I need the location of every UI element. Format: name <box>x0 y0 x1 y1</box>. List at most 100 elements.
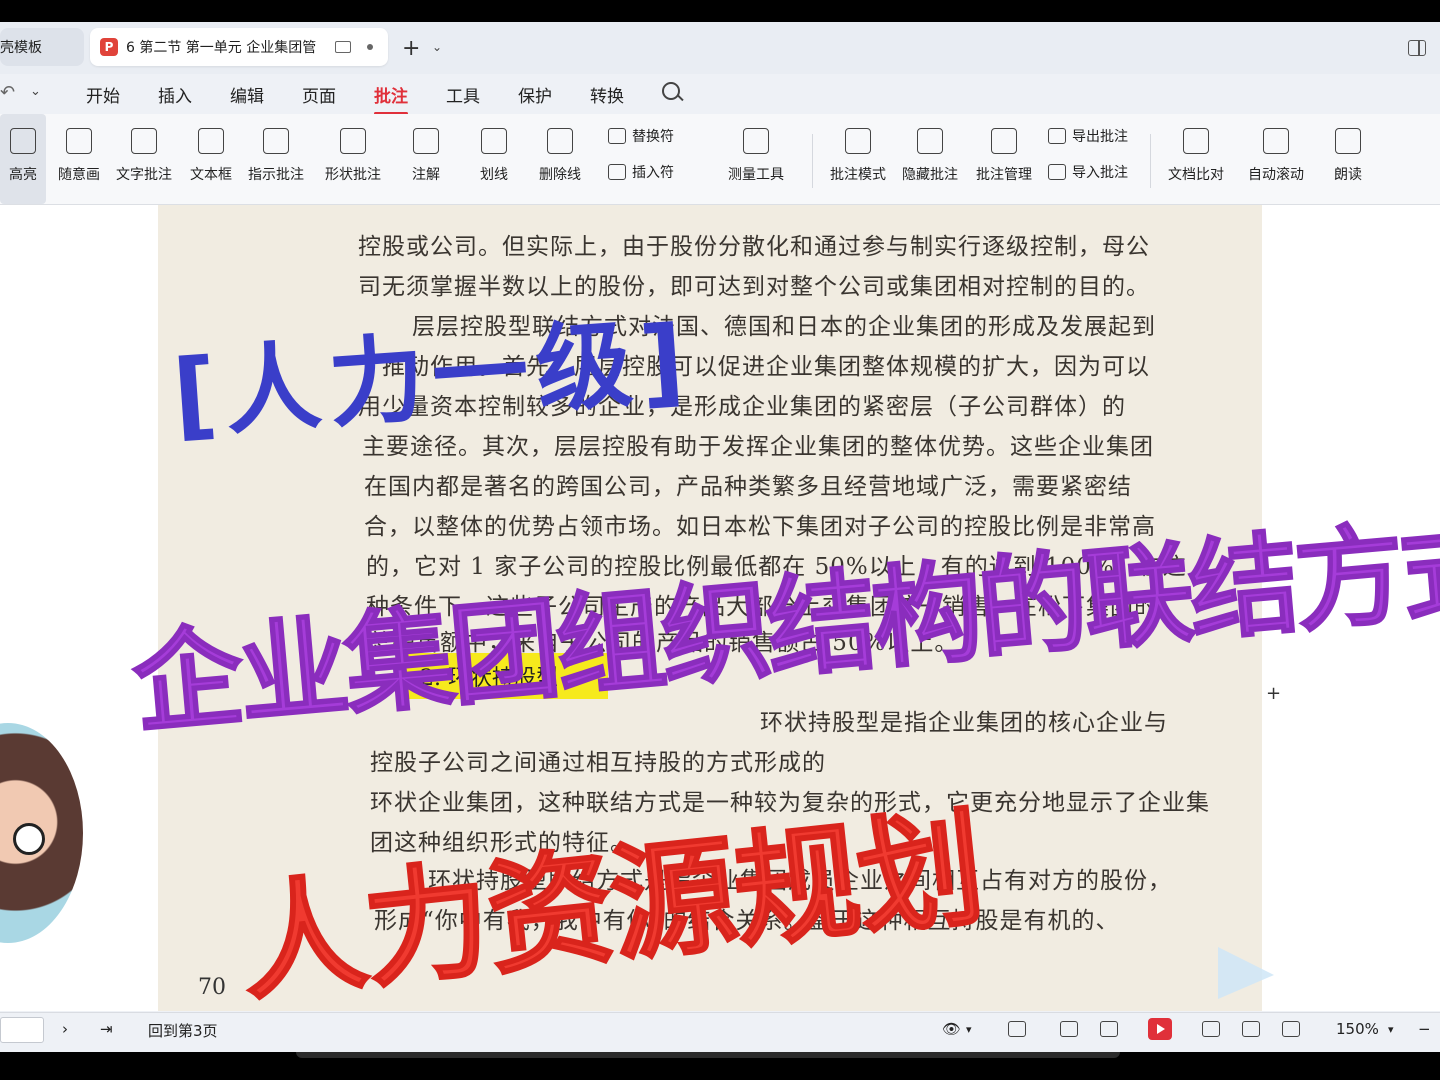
import-comments-icon <box>1048 164 1066 180</box>
text-line: 在国内都是著名的跨国公司，产品种类繁多且经营地域广泛，需要紧密结 <box>364 474 1132 500</box>
crop-icon[interactable] <box>1282 1021 1300 1037</box>
underline-icon <box>481 128 507 154</box>
hide-comments-button[interactable]: 隐藏批注 <box>898 114 962 204</box>
zoom-level[interactable]: 150% <box>1336 1020 1379 1038</box>
insert-symbol-label: 插入符 <box>632 165 674 181</box>
single-page-icon[interactable] <box>1060 1021 1078 1037</box>
presenter-avatar <box>0 720 86 946</box>
ribbon-separator <box>812 134 813 188</box>
note-button[interactable]: 注解 <box>400 114 452 204</box>
annotate-ribbon: 高亮 随意画 文字批注 文本框 指示批注 形状批注 注解 划线 删除线 替换符 … <box>0 114 1440 205</box>
undo-icon[interactable]: ↶ <box>0 82 15 103</box>
shape-comment-button[interactable]: 形状批注 <box>318 114 388 204</box>
highlight-button[interactable]: 高亮 <box>0 114 46 204</box>
freehand-button[interactable]: 随意画 <box>54 114 104 204</box>
manage-comments-button[interactable]: 批注管理 <box>972 114 1036 204</box>
zoom-out-icon[interactable]: − <box>1418 1020 1431 1038</box>
search-icon[interactable] <box>662 82 680 100</box>
menu-item-tools[interactable]: 工具 <box>446 82 480 107</box>
menu-item-page[interactable]: 页面 <box>302 82 336 107</box>
tab-bar: 壳模板 P 6 第二节 第一单元 企业集团管 + ⌄ <box>0 22 1440 74</box>
play-slideshow-button[interactable] <box>1148 1018 1172 1040</box>
comment-mode-button[interactable]: 批注模式 <box>826 114 890 204</box>
screen-top-bezel <box>0 0 1440 22</box>
text-comment-label: 文字批注 <box>116 167 172 183</box>
menu-bar: ↶ ⌄ 开始 插入 编辑 页面 批注 工具 保护 转换 <box>0 74 1440 115</box>
text-comment-icon <box>131 128 157 154</box>
read-aloud-label: 朗读 <box>1334 167 1362 183</box>
last-page-icon[interactable]: ⇥ <box>100 1020 113 1038</box>
strikethrough-button[interactable]: 删除线 <box>532 114 588 204</box>
tab-document[interactable]: P 6 第二节 第一单元 企业集团管 <box>90 28 388 66</box>
quick-access-chevron-icon[interactable]: ⌄ <box>30 84 41 99</box>
auto-scroll-button[interactable]: 自动滚动 <box>1238 114 1314 204</box>
pen-icon <box>66 128 92 154</box>
sidebar-toggle-icon[interactable] <box>1408 40 1426 56</box>
freehand-label: 随意画 <box>58 167 100 183</box>
menu-item-convert[interactable]: 转换 <box>590 82 624 107</box>
measure-tool-button[interactable]: 测量工具 <box>716 114 796 204</box>
page-number: 70 <box>198 975 226 1000</box>
manage-comments-icon <box>991 128 1017 154</box>
replace-symbol-button[interactable]: 替换符 <box>608 126 674 146</box>
menu-item-protect[interactable]: 保护 <box>518 82 552 107</box>
pdf-file-icon: P <box>100 38 118 56</box>
auto-scroll-label: 自动滚动 <box>1248 167 1304 183</box>
status-bar: › ⇥ 回到第3页 👁 ▾ 150% ▾ − <box>0 1012 1440 1052</box>
unsaved-dot-icon[interactable] <box>367 44 373 50</box>
two-page-icon[interactable] <box>1100 1021 1118 1037</box>
text-line: 控股子公司之间通过相互持股的方式形成的 <box>370 750 826 776</box>
compare-docs-button[interactable]: 文档比对 <box>1164 114 1228 204</box>
underline-button[interactable]: 划线 <box>466 114 522 204</box>
insert-symbol-button[interactable]: 插入符 <box>608 162 674 182</box>
back-to-page-link[interactable]: 回到第3页 <box>148 1020 218 1041</box>
pdf-viewer-window: 壳模板 P 6 第二节 第一单元 企业集团管 + ⌄ ↶ ⌄ 开始 插入 编辑 … <box>0 22 1440 1052</box>
pointer-comment-label: 指示批注 <box>248 167 304 183</box>
page-number-input[interactable] <box>0 1017 44 1043</box>
underline-label: 划线 <box>480 167 508 183</box>
compare-docs-label: 文档比对 <box>1168 167 1224 183</box>
tab-template-label: 壳模板 <box>0 40 42 56</box>
tab-document-title: 6 第二节 第一单元 企业集团管 <box>126 40 317 56</box>
highlight-label: 高亮 <box>9 167 37 183</box>
import-comments-button[interactable]: 导入批注 <box>1048 162 1128 182</box>
export-comments-button[interactable]: 导出批注 <box>1048 126 1128 146</box>
next-page-icon[interactable]: › <box>62 1020 68 1038</box>
strikethrough-icon <box>547 128 573 154</box>
read-aloud-button[interactable]: 朗读 <box>1328 114 1368 204</box>
menu-item-edit[interactable]: 编辑 <box>230 82 264 107</box>
shape-comment-label: 形状批注 <box>325 167 381 183</box>
avatar-glasses-icon <box>13 823 45 855</box>
manage-comments-label: 批注管理 <box>976 167 1032 183</box>
replace-symbol-label: 替换符 <box>632 129 674 145</box>
fullscreen-icon[interactable] <box>1242 1021 1260 1037</box>
new-tab-plus-icon[interactable]: + <box>402 36 420 61</box>
crosshair-cursor-icon: + <box>1266 683 1282 704</box>
bilibili-watermark-icon <box>1218 947 1274 999</box>
note-label: 注解 <box>412 167 440 183</box>
strikethrough-label: 删除线 <box>539 167 581 183</box>
textbox-icon <box>198 128 224 154</box>
text-comment-button[interactable]: 文字批注 <box>112 114 176 204</box>
textbox-label: 文本框 <box>190 167 232 183</box>
menu-item-insert[interactable]: 插入 <box>158 82 192 107</box>
fit-width-icon[interactable] <box>1008 1021 1026 1037</box>
menu-item-start[interactable]: 开始 <box>86 82 120 107</box>
new-tab-chevron-down-icon[interactable]: ⌄ <box>432 40 442 54</box>
taskbar-strip <box>296 1052 1120 1058</box>
textbox-button[interactable]: 文本框 <box>186 114 236 204</box>
menu-item-annotate[interactable]: 批注 <box>374 82 408 115</box>
export-comments-icon <box>1048 128 1066 144</box>
export-comments-label: 导出批注 <box>1072 129 1128 145</box>
pointer-comment-button[interactable]: 指示批注 <box>244 114 308 204</box>
ruler-view-icon[interactable] <box>1202 1021 1220 1037</box>
monitor-icon <box>335 41 351 53</box>
tab-template[interactable]: 壳模板 <box>0 28 84 66</box>
document-viewport[interactable]: 控股或公司。但实际上，由于股份分散化和通过参与制实行逐级控制，母公 司无须掌握半… <box>0 205 1440 1019</box>
measure-tool-label: 测量工具 <box>728 167 784 183</box>
compare-docs-icon <box>1183 128 1209 154</box>
zoom-chevron-down-icon[interactable]: ▾ <box>1388 1023 1394 1036</box>
view-chevron-down-icon[interactable]: ▾ <box>966 1023 972 1036</box>
hide-comments-icon <box>917 128 943 154</box>
eye-view-icon[interactable]: 👁 <box>942 1020 961 1038</box>
